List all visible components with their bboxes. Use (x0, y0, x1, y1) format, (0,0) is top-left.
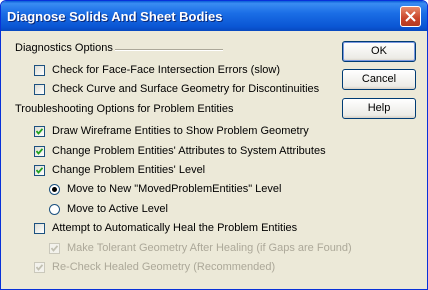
diagnostics-group-divider (115, 49, 223, 51)
recheck-healed-label: Re-Check Healed Geometry (Recommended) (52, 261, 276, 273)
face-face-check-label: Check for Face-Face Intersection Errors … (52, 64, 281, 76)
window-title: Diagnose Solids And Sheet Bodies (7, 9, 223, 24)
recheck-healed-checkbox (34, 262, 45, 273)
move-active-level-radio[interactable] (49, 204, 60, 215)
checkmark-icon (36, 264, 43, 271)
checkmark-icon (36, 128, 43, 135)
close-icon (405, 11, 416, 22)
change-attributes-label: Change Problem Entities' Attributes to S… (52, 145, 326, 157)
face-face-checkbox[interactable] (34, 65, 45, 76)
checkmark-icon (36, 167, 43, 174)
change-level-checkbox[interactable] (34, 165, 45, 176)
close-button[interactable] (400, 6, 421, 27)
auto-heal-label: Attempt to Automatically Heal the Proble… (52, 222, 298, 234)
title-bar[interactable]: Diagnose Solids And Sheet Bodies (1, 1, 427, 31)
ok-button[interactable]: OK (342, 41, 416, 62)
auto-heal-checkbox[interactable] (34, 223, 45, 234)
change-level-label: Change Problem Entities' Level (52, 164, 206, 176)
tolerant-geometry-checkbox (49, 243, 60, 254)
move-active-level-label: Move to Active Level (67, 203, 168, 215)
tolerant-geometry-label: Make Tolerant Geometry After Healing (if… (67, 242, 352, 254)
diagnostics-group-title: Diagnostics Options (15, 42, 113, 54)
checkmark-icon (36, 148, 43, 155)
dialog-content: Diagnostics Options Check for Face-Face … (1, 31, 427, 289)
checkmark-icon (51, 245, 58, 252)
diagnose-dialog: Diagnose Solids And Sheet Bodies Diagnos… (0, 0, 428, 290)
troubleshooting-group-title: Troubleshooting Options for Problem Enti… (15, 103, 234, 115)
discontinuities-check-label: Check Curve and Surface Geometry for Dis… (52, 83, 320, 95)
discontinuities-checkbox[interactable] (34, 84, 45, 95)
radio-selected-dot (52, 187, 57, 192)
draw-wireframe-checkbox[interactable] (34, 126, 45, 137)
draw-wireframe-label: Draw Wireframe Entities to Show Problem … (52, 125, 309, 137)
move-new-level-radio[interactable] (49, 184, 60, 195)
help-button[interactable]: Help (342, 98, 416, 119)
move-new-level-label: Move to New "MovedProblemEntities" Level (67, 183, 282, 195)
change-attributes-checkbox[interactable] (34, 146, 45, 157)
cancel-button[interactable]: Cancel (342, 69, 416, 90)
